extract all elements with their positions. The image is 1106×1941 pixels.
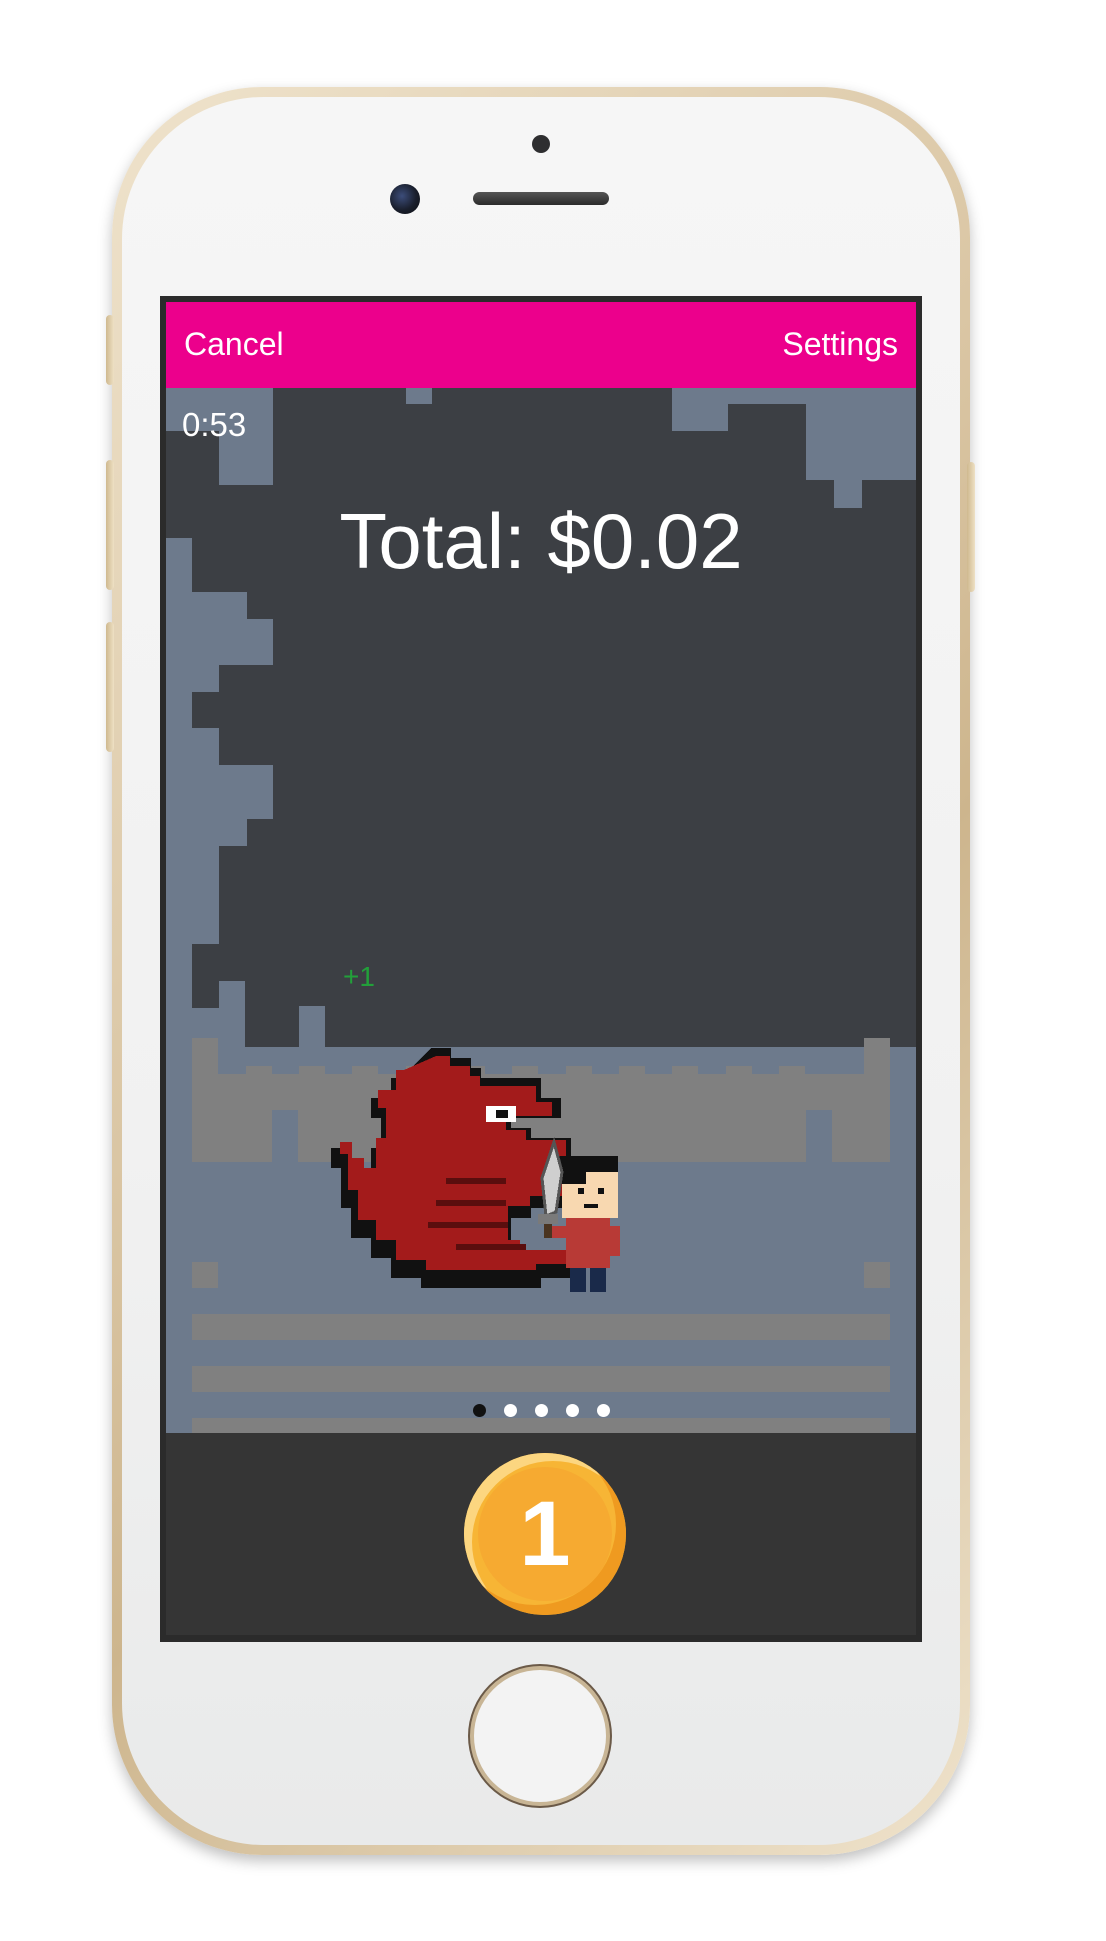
phone-screen: Cancel Settings 0:53 Total: $0.02 +1 1 [160, 296, 922, 1642]
coin-button[interactable]: 1 [464, 1453, 626, 1615]
page-dot-1[interactable] [472, 1404, 486, 1417]
mute-switch [106, 315, 114, 385]
score-popup: +1 [343, 961, 375, 992]
settings-button[interactable]: Settings [782, 326, 898, 363]
countdown-timer: 0:53 [182, 406, 247, 443]
power-button [967, 462, 975, 592]
navigation-bar: Cancel Settings [166, 302, 916, 388]
page-dot-2[interactable] [503, 1404, 517, 1417]
page-dot-3[interactable] [534, 1404, 548, 1417]
total-earnings: Total: $0.02 [339, 497, 743, 585]
volume-down-button [106, 622, 114, 752]
page-dot-5[interactable] [596, 1404, 610, 1417]
game-scene[interactable]: 0:53 Total: $0.02 +1 [166, 388, 916, 1433]
front-camera-icon [390, 184, 420, 214]
coin-label: 1 [519, 1483, 571, 1585]
page-indicator [166, 1404, 916, 1417]
bottom-panel: 1 [166, 1433, 916, 1635]
home-button[interactable] [474, 1670, 606, 1802]
page-dot-4[interactable] [565, 1404, 579, 1417]
volume-up-button [106, 460, 114, 590]
proximity-sensor [532, 135, 550, 153]
cancel-button[interactable]: Cancel [184, 326, 284, 363]
earpiece-speaker [473, 192, 609, 205]
